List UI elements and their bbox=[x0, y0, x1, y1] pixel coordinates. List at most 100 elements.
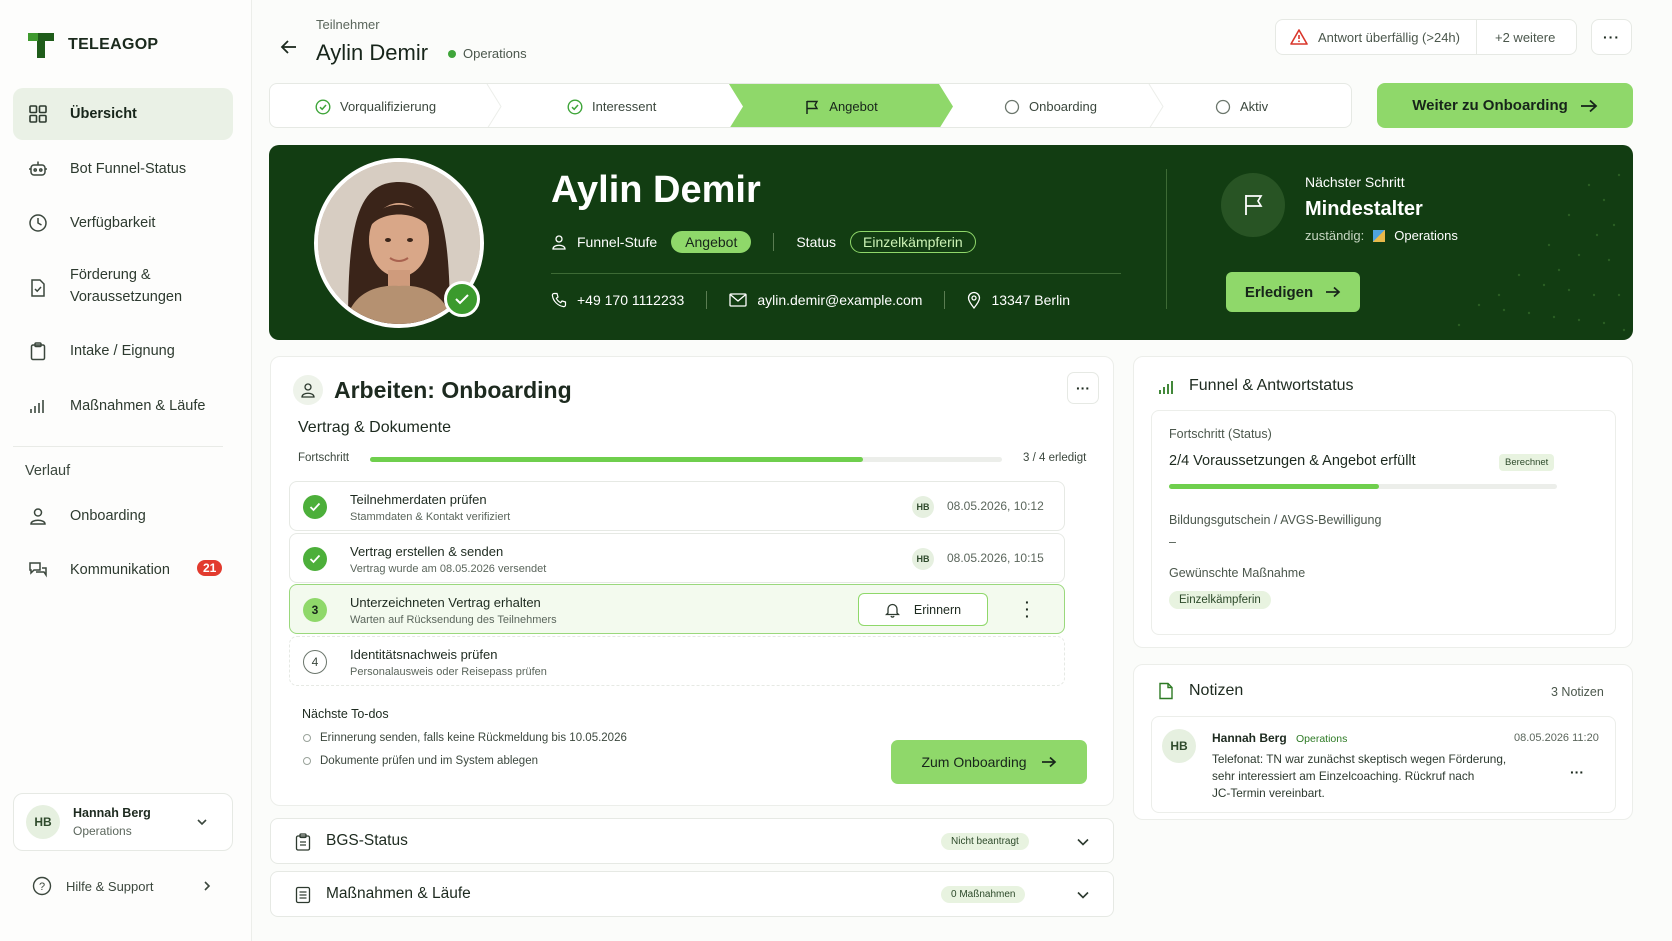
step-onboarding[interactable]: Onboarding bbox=[1004, 84, 1097, 127]
current-user-card[interactable]: HB Hannah Berg Operations bbox=[13, 793, 233, 851]
note-line: Telefonat: TN war zunächst skeptisch weg… bbox=[1212, 752, 1507, 766]
progress-bar-fill bbox=[370, 457, 863, 462]
note-item[interactable]: HB Hannah Berg Operations 08.05.2026 11:… bbox=[1151, 716, 1616, 813]
unread-count-badge: 21 bbox=[197, 560, 223, 576]
chevron-down-icon bbox=[1077, 838, 1089, 846]
help-support-link[interactable]: ? Hilfe & Support bbox=[32, 876, 212, 896]
task-row[interactable]: 4 Identitätsnachweis prüfen Personalausw… bbox=[289, 636, 1065, 686]
sidebar-item-massnahmen[interactable]: Maßnahmen & Läufe bbox=[13, 380, 233, 432]
step-label: Vorqualifizierung bbox=[340, 99, 437, 114]
breadcrumb: Teilnehmer bbox=[316, 17, 380, 32]
note-icon bbox=[1159, 682, 1173, 700]
note-team: Operations bbox=[1296, 733, 1348, 745]
note-line: sehr interessiert am Einzelcoaching. Rüc… bbox=[1212, 769, 1475, 783]
more-options-button[interactable]: ··· bbox=[1591, 19, 1632, 55]
sidebar-item-label-line1: Förderung & bbox=[70, 267, 151, 283]
sidebar-item-label-line2: Voraussetzungen bbox=[70, 289, 183, 305]
funnel-status-row: Funnel-Stufe Angebot Status Einzelkämpfe… bbox=[551, 231, 976, 253]
todo-text: Dokumente prüfen und im System ablegen bbox=[320, 755, 538, 767]
owner-label: zuständig: bbox=[1305, 228, 1365, 243]
overdue-alert[interactable]: Antwort überfällig (>24h) +2 weitere bbox=[1275, 19, 1577, 55]
sidebar-item-onboarding[interactable]: Onboarding bbox=[13, 490, 233, 542]
funnel-status-card: Funnel & Antwortstatus Fortschritt (Stat… bbox=[1133, 356, 1633, 648]
page-title: Aylin Demir bbox=[316, 40, 429, 65]
brand-logo[interactable]: TELEAGOP bbox=[26, 30, 158, 60]
ellipsis-icon: ··· bbox=[1603, 29, 1620, 45]
user-icon bbox=[293, 375, 323, 405]
hero-vertical-divider bbox=[1166, 169, 1167, 309]
funnel-stage-badge: Angebot bbox=[671, 231, 752, 253]
back-arrow-icon[interactable] bbox=[279, 37, 299, 57]
bar-chart-icon bbox=[28, 396, 48, 416]
go-to-onboarding-button[interactable]: Zum Onboarding bbox=[891, 740, 1087, 784]
alert-text: Antwort überfällig (>24h) bbox=[1318, 29, 1460, 45]
sidebar-item-intake[interactable]: Intake / Eignung bbox=[13, 325, 233, 377]
bell-icon bbox=[884, 603, 900, 618]
avatar: HB bbox=[912, 496, 934, 518]
todo-item[interactable]: Erinnerung senden, falls keine Rückmeldu… bbox=[303, 732, 627, 744]
step-vorqualifizierung[interactable]: Vorqualifizierung bbox=[315, 84, 437, 127]
progress-status-text: 2/4 Voraussetzungen & Angebot erfüllt bbox=[1169, 453, 1416, 469]
ellipsis-icon: ··· bbox=[1076, 380, 1090, 396]
status-label: Status bbox=[796, 234, 837, 250]
warning-icon bbox=[1290, 29, 1308, 45]
sidebar-item-bot-funnel-status[interactable]: Bot Funnel-Status bbox=[13, 143, 233, 195]
todos-title: Nächste To-dos bbox=[302, 707, 389, 721]
email-address[interactable]: aylin.demir@example.com bbox=[757, 292, 922, 308]
arrow-right-icon bbox=[1580, 99, 1598, 112]
sidebar-item-uebersicht[interactable]: Übersicht bbox=[13, 88, 233, 140]
step-number-badge: 4 bbox=[303, 650, 327, 674]
teleagop-logo-icon bbox=[28, 33, 54, 58]
team-label: Operations bbox=[463, 46, 527, 61]
task-row[interactable]: Teilnehmerdaten prüfen Stammdaten & Kont… bbox=[289, 481, 1065, 531]
measure-badge: Einzelkämpferin bbox=[1169, 591, 1271, 609]
flag-icon bbox=[804, 99, 820, 115]
svg-text:?: ? bbox=[39, 881, 45, 893]
funnel-stage-label: Funnel-Stufe bbox=[577, 234, 658, 250]
work-menu-button[interactable]: ··· bbox=[1067, 372, 1099, 404]
user-team: Operations bbox=[73, 824, 132, 838]
task-title: Identitätsnachweis prüfen bbox=[350, 647, 498, 662]
arrow-right-icon bbox=[1041, 756, 1056, 768]
sidebar-item-label: Intake / Eignung bbox=[70, 343, 175, 359]
next-stage-label: Weiter zu Onboarding bbox=[1412, 97, 1568, 114]
note-menu-ellipsis-icon[interactable]: ··· bbox=[1570, 764, 1584, 780]
task-row[interactable]: Vertrag erstellen & senden Vertrag wurde… bbox=[289, 533, 1065, 583]
participant-hero: Aylin Demir Funnel-Stufe Angebot Status … bbox=[269, 145, 1633, 340]
todo-text: Erinnerung senden, falls keine Rückmeldu… bbox=[320, 732, 627, 744]
accordion-title: BGS-Status bbox=[326, 832, 408, 849]
mail-icon bbox=[729, 293, 747, 307]
progress-bar-fill bbox=[1169, 484, 1379, 489]
sidebar-item-foerderung[interactable]: Förderung & Voraussetzungen bbox=[13, 256, 233, 320]
vertical-ellipsis-icon[interactable]: · · · bbox=[1025, 595, 1030, 623]
remind-button[interactable]: Erinnern bbox=[858, 593, 988, 626]
next-stage-button[interactable]: Weiter zu Onboarding bbox=[1377, 83, 1633, 128]
brand-name: TELEAGOP bbox=[68, 36, 159, 53]
document-check-icon bbox=[28, 278, 48, 298]
step-interessent[interactable]: Interessent bbox=[567, 84, 657, 127]
check-circle-icon bbox=[315, 98, 331, 115]
note-timestamp: 08.05.2026 11:20 bbox=[1514, 732, 1599, 744]
accordion-massnahmen[interactable]: Maßnahmen & Läufe 0 Maßnahmen bbox=[270, 871, 1114, 917]
task-title: Unterzeichneten Vertrag erhalten bbox=[350, 595, 541, 610]
step-angebot[interactable]: Angebot bbox=[729, 84, 953, 128]
sidebar-item-verfuegbarkeit[interactable]: Verfügbarkeit bbox=[13, 197, 233, 249]
alert-more-link[interactable]: +2 weitere bbox=[1495, 30, 1555, 45]
radio-circle-icon bbox=[303, 734, 311, 742]
measure-label: Gewünschte Maßnahme bbox=[1169, 566, 1306, 580]
task-row-current[interactable]: 3 Unterzeichneten Vertrag erhalten Warte… bbox=[289, 584, 1065, 634]
chevron-down-icon[interactable] bbox=[196, 816, 208, 828]
accordion-title: Maßnahmen & Läufe bbox=[326, 885, 471, 902]
todo-item[interactable]: Dokumente prüfen und im System ablegen bbox=[303, 755, 538, 767]
verified-badge-icon bbox=[444, 281, 480, 317]
phone-number[interactable]: +49 170 1112233 bbox=[577, 292, 684, 308]
step-label: Interessent bbox=[592, 99, 657, 114]
radio-circle-icon bbox=[303, 757, 311, 765]
complete-step-button[interactable]: Erledigen bbox=[1226, 272, 1360, 312]
chevron-right-icon bbox=[204, 881, 211, 891]
team-color-icon bbox=[1373, 229, 1386, 242]
sidebar-item-label: Förderung & Voraussetzungen bbox=[70, 264, 182, 308]
accordion-bgs-status[interactable]: BGS-Status Nicht beantragt bbox=[270, 818, 1114, 864]
step-aktiv[interactable]: Aktiv bbox=[1215, 84, 1268, 127]
count-badge: 0 Maßnahmen bbox=[941, 886, 1026, 903]
